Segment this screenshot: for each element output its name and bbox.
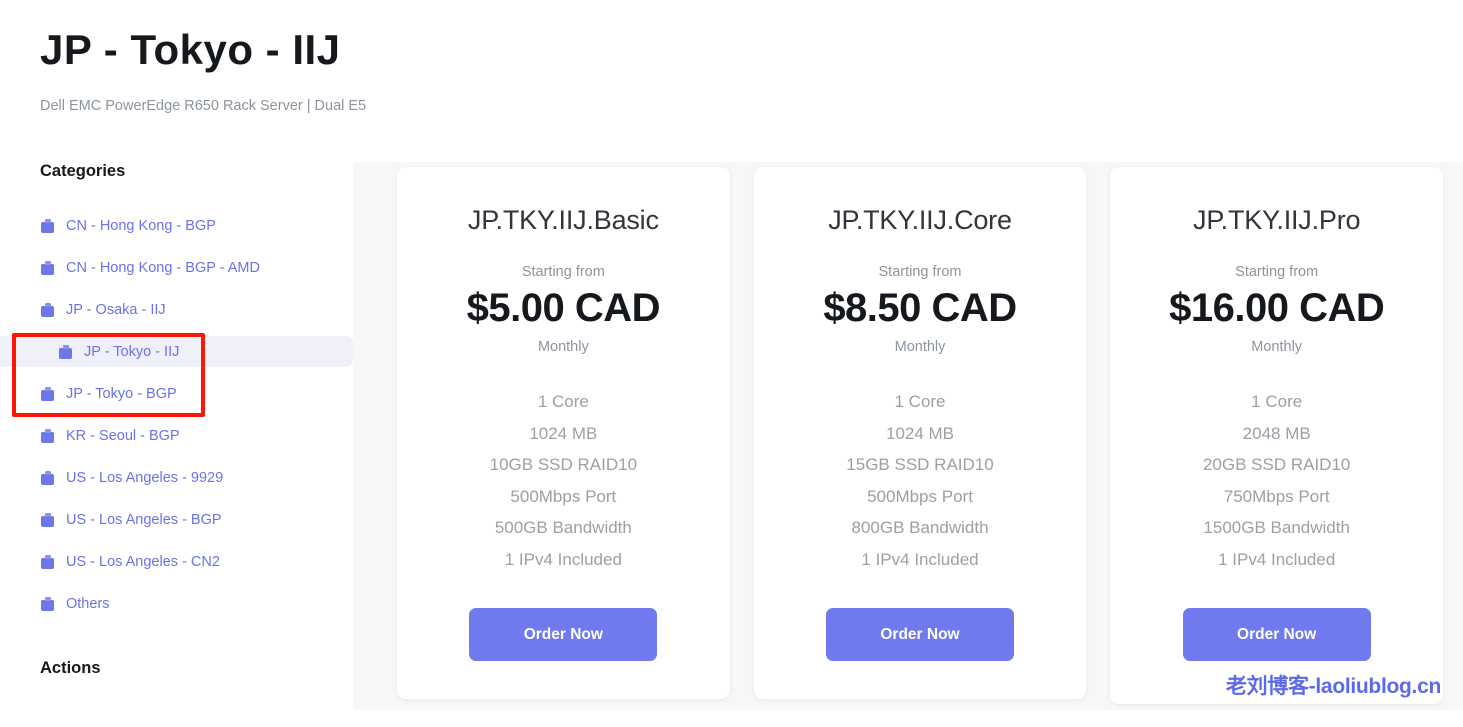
briefcase-icon [40,260,55,275]
plan-specs-list: 1 Core 2048 MB 20GB SSD RAID10 750Mbps P… [1132,386,1421,575]
page-title: JP - Tokyo - IIJ [40,26,341,73]
sidebar-item-label: Others [66,595,110,612]
sidebar-item-label: KR - Seoul - BGP [66,427,180,444]
sidebar-item-jp-tokyo-iij[interactable]: JP - Tokyo - IIJ [0,336,353,368]
sidebar-item-label: JP - Osaka - IIJ [66,301,166,318]
briefcase-icon [40,428,55,443]
sidebar-item-cn-hong-kong-bgp[interactable]: CN - Hong Kong - BGP [0,210,353,241]
sidebar-item-others[interactable]: Others [0,588,353,619]
plan-card-pro: JP.TKY.IIJ.Pro Starting from $16.00 CAD … [1110,167,1444,705]
briefcase-icon [40,596,55,611]
plan-spec-item: 1 Core [1251,392,1303,412]
order-now-button[interactable]: Order Now [1182,608,1371,662]
briefcase-icon [40,512,55,527]
plan-spec-item: 15GB SSD RAID10 [846,455,994,475]
plan-price: $8.50 CAD [823,286,1017,331]
briefcase-icon [58,344,73,359]
content-area: Categories CN - Hong Kong - BGP CN - Hon… [0,162,1463,711]
sidebar-item-jp-osaka-iij[interactable]: JP - Osaka - IIJ [0,294,353,325]
sidebar-item-us-los-angeles-bgp[interactable]: US - Los Angeles - BGP [0,504,353,535]
plan-spec-item: 1 IPv4 Included [861,549,979,569]
plan-card-basic: JP.TKY.IIJ.Basic Starting from $5.00 CAD… [397,167,730,700]
site-watermark: 老刘博客-laoliublog.cn [1225,675,1441,699]
briefcase-icon [40,302,55,317]
order-now-button[interactable]: Order Now [469,608,658,662]
actions-heading: Actions [40,659,101,678]
plan-card-core: JP.TKY.IIJ.Core Starting from $8.50 CAD … [753,167,1087,700]
plan-spec-item: 1500GB Bandwidth [1203,518,1350,538]
plan-spec-item: 20GB SSD RAID10 [1202,455,1351,475]
plan-spec-item: 2048 MB [1242,423,1311,443]
plan-starting-label: Starting from [521,264,605,281]
sidebar-item-label: US - Los Angeles - BGP [66,511,222,528]
plan-name: JP.TKY.IIJ.Core [828,205,1012,236]
sidebar-item-us-los-angeles-cn2[interactable]: US - Los Angeles - CN2 [0,546,353,577]
plan-spec-item: 1 Core [537,392,589,412]
sidebar-item-label: JP - Tokyo - BGP [66,385,177,402]
plan-starting-label: Starting from [1235,264,1319,281]
page-header: JP - Tokyo - IIJ Dell EMC PowerEdge R650… [0,0,1463,114]
plan-name: JP.TKY.IIJ.Pro [1193,205,1361,236]
plan-spec-item: 500Mbps Port [867,486,973,506]
plan-spec-item: 750Mbps Port [1223,486,1330,506]
plan-name: JP.TKY.IIJ.Basic [467,205,659,236]
sidebar-item-jp-tokyo-bgp[interactable]: JP - Tokyo - BGP [0,378,353,409]
plan-spec-item: 1024 MB [529,423,598,443]
sidebar-item-label: CN - Hong Kong - BGP [66,217,216,234]
plan-price: $5.00 CAD [466,286,661,331]
plan-starting-label: Starting from [878,264,962,281]
plan-billing-cycle: Monthly [1251,339,1303,356]
plan-spec-item: 500Mbps Port [510,486,617,506]
plan-spec-item: 500GB Bandwidth [494,518,632,538]
sidebar-item-label: CN - Hong Kong - BGP - AMD [66,259,260,276]
categories-list: CN - Hong Kong - BGP CN - Hong Kong - BG… [0,210,353,619]
plan-spec-item: 1024 MB [885,423,955,443]
order-now-button[interactable]: Order Now [826,608,1014,662]
sidebar-item-cn-hong-kong-bgp-amd[interactable]: CN - Hong Kong - BGP - AMD [0,252,353,283]
sidebar: Categories CN - Hong Kong - BGP CN - Hon… [0,162,353,678]
sidebar-item-label: US - Los Angeles - 9929 [66,469,224,486]
plan-spec-item: 10GB SSD RAID10 [489,455,638,475]
plans-region: JP.TKY.IIJ.Basic Starting from $5.00 CAD… [353,162,1463,711]
plan-spec-item: 1 IPv4 Included [504,549,622,569]
sidebar-item-label: US - Los Angeles - CN2 [66,553,220,570]
categories-heading: Categories [40,162,126,181]
plan-spec-item: 800GB Bandwidth [851,518,989,538]
plan-billing-cycle: Monthly [894,339,946,356]
plan-billing-cycle: Monthly [537,339,589,356]
page-subtitle: Dell EMC PowerEdge R650 Rack Server | Du… [40,98,367,115]
sidebar-item-kr-seoul-bgp[interactable]: KR - Seoul - BGP [0,420,353,451]
sidebar-item-us-los-angeles-9929[interactable]: US - Los Angeles - 9929 [0,462,353,493]
briefcase-icon [40,470,55,485]
briefcase-icon [40,386,55,401]
plan-price: $16.00 CAD [1169,286,1385,331]
briefcase-icon [40,554,55,569]
plan-specs-list: 1 Core 1024 MB 10GB SSD RAID10 500Mbps P… [419,386,708,575]
sidebar-item-label: JP - Tokyo - IIJ [84,343,180,360]
briefcase-icon [40,218,55,233]
plan-specs-list: 1 Core 1024 MB 15GB SSD RAID10 500Mbps P… [776,386,1065,575]
plan-spec-item: 1 Core [894,392,946,412]
plan-spec-item: 1 IPv4 Included [1218,549,1336,569]
